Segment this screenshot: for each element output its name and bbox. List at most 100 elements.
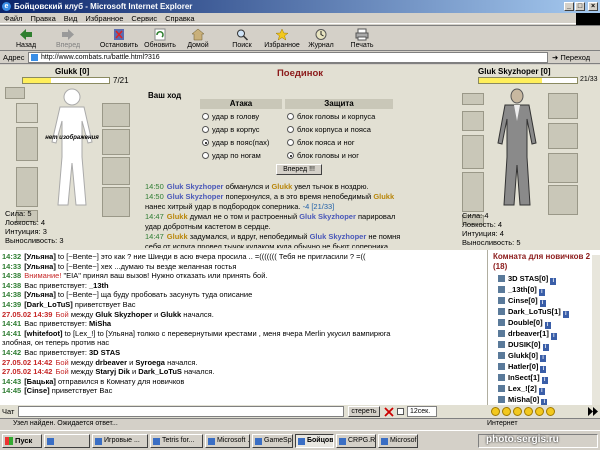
smiley-icon[interactable] — [513, 407, 522, 416]
auto-refresh-checkbox[interactable] — [397, 408, 404, 415]
right-shield-slot[interactable] — [548, 153, 578, 183]
minimize-button[interactable]: _ — [564, 2, 574, 11]
info-icon[interactable]: i — [550, 333, 557, 340]
defense-option-waist-legs[interactable]: блок пояса и ног — [287, 138, 355, 148]
attack-radio-3[interactable] — [202, 152, 209, 159]
left-bracer-slot[interactable] — [102, 129, 130, 155]
chat-time[interactable]: 14:45 — [2, 386, 21, 395]
log-player[interactable]: Gluk Skyzhoper — [299, 212, 356, 221]
menu-favorites[interactable]: Избранное — [81, 13, 127, 24]
room-user-name[interactable]: Cinse[0] — [508, 296, 538, 305]
taskbar-task[interactable]: Игровые ... — [92, 434, 148, 448]
room-user-name[interactable]: Lex_![2] — [508, 384, 537, 393]
chat-nick[interactable]: Glukk — [160, 310, 181, 319]
chat-time[interactable]: 14:41 — [2, 329, 21, 338]
chat-nick[interactable]: Gluk Skyzhoper — [95, 310, 152, 319]
info-icon[interactable]: i — [541, 377, 548, 384]
menu-view[interactable]: Вид — [60, 13, 82, 24]
left-fighter-name[interactable]: Glukk [0] — [55, 67, 89, 76]
chat-nick[interactable]: [Бацька] — [24, 377, 56, 386]
smiley-icon[interactable] — [546, 407, 555, 416]
attack-radio-1[interactable] — [202, 126, 209, 133]
chat-time[interactable]: 27.05.02 14:42 — [2, 358, 52, 367]
taskbar-task[interactable]: Microsof... — [378, 434, 418, 448]
chat-time[interactable]: 14:38 — [2, 281, 21, 290]
taskbar-task[interactable]: GameSpo... — [252, 434, 293, 448]
chat-nick[interactable]: [Cinse] — [24, 386, 49, 395]
refresh-interval-select[interactable]: 12сек. — [407, 406, 437, 417]
room-user[interactable]: _13th[0] i — [498, 285, 545, 296]
chat-nick[interactable]: drbeaver — [95, 358, 127, 367]
close-button[interactable]: × — [588, 2, 598, 11]
chat-nick[interactable]: MiSha — [89, 319, 111, 328]
go-button[interactable]: ➜ Переход — [552, 53, 590, 62]
chat-time[interactable]: 14:43 — [2, 377, 21, 386]
chat-nick[interactable]: [Ульяна] — [24, 290, 56, 299]
info-icon[interactable]: i — [544, 322, 551, 329]
chat-time[interactable]: 14:41 — [2, 319, 21, 328]
clear-button[interactable]: стерeть — [348, 406, 380, 417]
left-helmet-slot[interactable] — [5, 87, 25, 99]
smiley-icon[interactable] — [535, 407, 544, 416]
forward-attack-button[interactable]: Вперед !!! — [276, 164, 322, 175]
right-gloves-slot[interactable] — [548, 93, 578, 119]
chat-nick[interactable]: [Ульяна] — [24, 252, 56, 261]
print-button[interactable]: Печать — [347, 27, 377, 51]
log-player[interactable]: Gluk Skyzhoper — [167, 192, 224, 201]
right-bracer-slot[interactable] — [548, 123, 578, 149]
chat-time[interactable]: 14:39 — [2, 300, 21, 309]
chat-time[interactable]: 14:38 — [2, 271, 21, 280]
room-user-name[interactable]: Double[0] — [508, 318, 543, 327]
room-user[interactable]: drbeaver[1] i — [498, 329, 557, 340]
info-icon[interactable]: i — [550, 278, 557, 285]
taskbar-task[interactable] — [44, 434, 90, 448]
taskbar-task[interactable]: CRPG.RU... — [336, 434, 376, 448]
stop-button[interactable]: Остановить — [98, 27, 140, 51]
taskbar-task[interactable]: Бойцов... — [295, 434, 334, 448]
log-player[interactable]: Gluk Skyzhoper — [310, 232, 367, 241]
right-armor-slot[interactable] — [462, 172, 484, 212]
fast-forward-icon[interactable] — [588, 407, 598, 416]
chat-nick[interactable]: 3D STAS — [89, 348, 120, 357]
chat-nick[interactable]: [Ульяна] — [24, 262, 56, 271]
info-icon[interactable]: i — [540, 355, 547, 362]
room-user[interactable]: Double[0] i — [498, 318, 551, 329]
smiley-icon[interactable] — [524, 407, 533, 416]
room-user[interactable]: Dark_LoTuS[1] i — [498, 307, 569, 318]
menu-file[interactable]: Файл — [0, 13, 26, 24]
menu-edit[interactable]: Правка — [26, 13, 59, 24]
room-user[interactable]: Cinse[0] i — [498, 296, 546, 307]
close-chat-icon[interactable] — [384, 407, 394, 417]
info-icon[interactable]: i — [542, 344, 549, 351]
room-user[interactable]: Glukk[0] i — [498, 351, 547, 362]
attack-option-waist[interactable]: удар в пояс(пах) — [202, 138, 269, 148]
taskbar-task[interactable]: Tetris for... — [150, 434, 203, 448]
chat-time[interactable]: 27.05.02 14:42 — [2, 367, 52, 376]
defense-option-head-body[interactable]: блок головы и корпуса — [287, 112, 375, 122]
room-user-name[interactable]: Glukk[0] — [508, 351, 538, 360]
attack-radio-2[interactable] — [202, 139, 209, 146]
defense-option-head-legs[interactable]: блок головы и ног — [287, 151, 359, 161]
attack-option-legs[interactable]: удар по ногам — [202, 151, 261, 161]
right-helmet-slot[interactable] — [462, 93, 484, 105]
smiley-icon[interactable] — [491, 407, 500, 416]
chat-input[interactable] — [18, 406, 344, 417]
chat-time[interactable]: 14:32 — [2, 252, 21, 261]
info-icon[interactable]: i — [539, 300, 546, 307]
room-user[interactable]: DUSIK[0] i — [498, 340, 549, 351]
log-player[interactable]: Glukk — [167, 212, 188, 221]
chat-nick[interactable]: [Dark_LoTuS] — [24, 300, 73, 309]
defense-radio-2[interactable] — [287, 139, 294, 146]
taskbar-task[interactable]: Microsoft ... — [205, 434, 250, 448]
chat-time[interactable]: 14:42 — [2, 348, 21, 357]
log-player[interactable]: Glukk — [373, 192, 394, 201]
log-player[interactable]: Gluk Skyzhoper — [167, 182, 224, 191]
room-user[interactable]: 3D STAS[0] i — [498, 274, 557, 285]
info-icon[interactable]: i — [538, 388, 545, 395]
right-fighter-name[interactable]: Gluk Skyzhoper [0] — [478, 67, 550, 76]
forward-button[interactable]: Вперед — [52, 27, 84, 51]
room-user-name[interactable]: Dark_LoTuS[1] — [508, 307, 561, 316]
favorites-button[interactable]: Избранное — [262, 27, 302, 51]
refresh-button[interactable]: Обновить — [143, 27, 177, 51]
maximize-button[interactable]: □ — [575, 2, 585, 11]
